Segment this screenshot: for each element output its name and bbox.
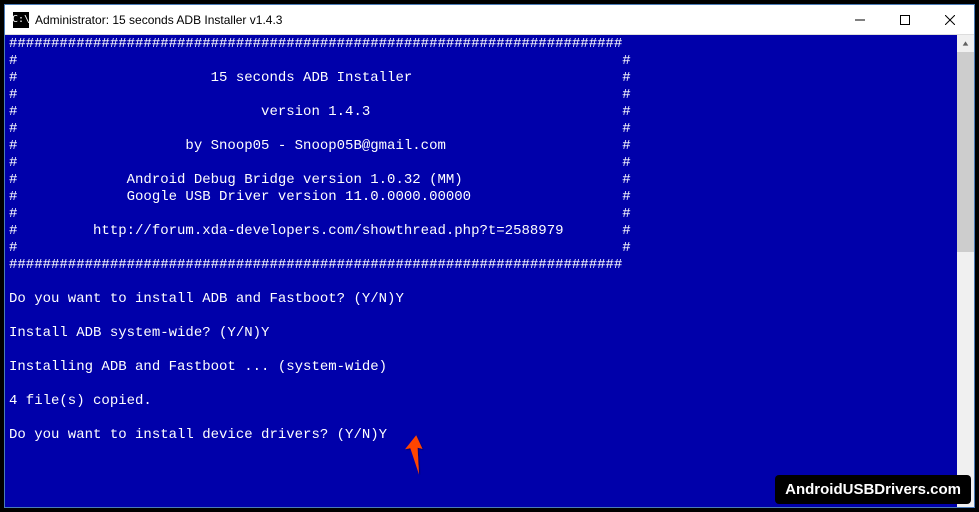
maximize-button[interactable] (882, 5, 927, 34)
window-controls (837, 5, 972, 34)
banner-border-top: ########################################… (9, 36, 622, 52)
status-files-copied: 4 file(s) copied. (9, 393, 152, 409)
scroll-up-button[interactable] (957, 35, 974, 52)
watermark-label: AndroidUSBDrivers.com (775, 475, 971, 504)
banner-version: # version 1.4.3 # (9, 104, 631, 120)
prompt-system-wide: Install ADB system-wide? (Y/N)Y (9, 325, 269, 341)
banner-line: # # (9, 121, 631, 137)
console-area: ########################################… (5, 35, 974, 507)
status-installing: Installing ADB and Fastboot ... (system-… (9, 359, 387, 375)
close-button[interactable] (927, 5, 972, 34)
banner-line: # # (9, 240, 631, 256)
scroll-thumb[interactable] (957, 52, 974, 252)
banner-line: # # (9, 53, 631, 69)
command-prompt-window: C:\ Administrator: 15 seconds ADB Instal… (4, 4, 975, 508)
banner-border-bottom: ########################################… (9, 257, 622, 273)
titlebar[interactable]: C:\ Administrator: 15 seconds ADB Instal… (5, 5, 974, 35)
banner-author: # by Snoop05 - Snoop05B@gmail.com # (9, 138, 631, 154)
minimize-button[interactable] (837, 5, 882, 34)
banner-usb-version: # Google USB Driver version 11.0.0000.00… (9, 189, 631, 205)
vertical-scrollbar[interactable] (957, 35, 974, 507)
banner-title: # 15 seconds ADB Installer # (9, 70, 631, 86)
prompt-install-adb: Do you want to install ADB and Fastboot?… (9, 291, 404, 307)
banner-forum-url: # http://forum.xda-developers.com/showth… (9, 223, 631, 239)
window-title: Administrator: 15 seconds ADB Installer … (35, 13, 837, 27)
banner-line: # # (9, 155, 631, 171)
banner-line: # # (9, 206, 631, 222)
banner-adb-version: # Android Debug Bridge version 1.0.32 (M… (9, 172, 631, 188)
console-output[interactable]: ########################################… (5, 35, 957, 507)
banner-line: # # (9, 87, 631, 103)
scroll-track[interactable] (957, 52, 974, 490)
cmd-icon: C:\ (13, 12, 29, 28)
prompt-device-drivers: Do you want to install device drivers? (… (9, 427, 387, 443)
